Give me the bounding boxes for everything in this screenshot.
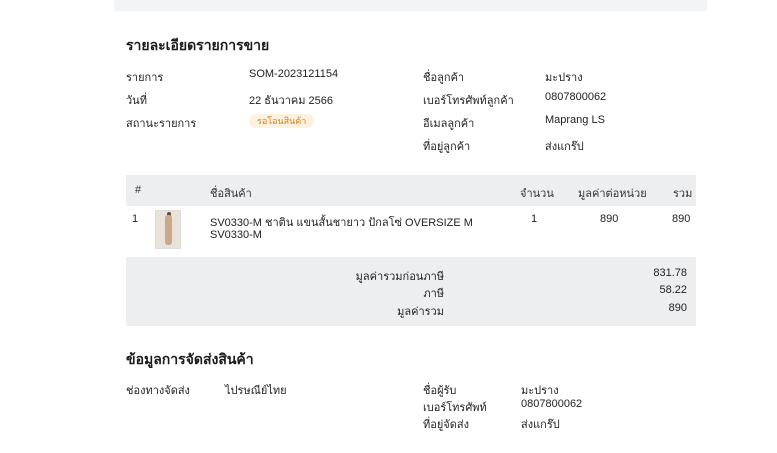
sale-details-heading: รายละเอียดรายการขาย [126,37,270,53]
shipping-phone-label: เบอร์โทรศัพท์ [423,402,487,414]
customer-address-value: ส่งแกร๊ป [545,141,584,153]
customer-address-label: ที่อยู่ลูกค้า [423,141,471,153]
order-value: SOM-2023121154 [249,68,339,80]
shipping-address-label: ที่อยู่จัดส่ง [423,419,469,431]
recipient-label: ชื่อผู้รับ [423,385,457,397]
tax-label: ภาษี [423,288,444,300]
col-index-header: # [135,184,142,196]
row-total: 890 [672,213,691,225]
subtotal-label: มูลค่ารวมก่อนภาษี [355,271,444,283]
col-total-header: รวม [673,188,693,200]
product-thumbnail[interactable] [155,210,181,249]
row-index: 1 [132,213,139,225]
customer-email-value: Maprang LS [545,114,605,126]
items-table-header: # ชื่อสินค้า จำนวน มูลค่าต่อหน่วย รวม [126,175,696,206]
grand-total-label: มูลค่ารวม [397,306,444,318]
top-panel-edge [114,0,707,11]
totals-summary: มูลค่ารวมก่อนภาษี 831.78 ภาษี 58.22 มูลค… [126,257,696,326]
date-value: 22 ธันวาคม 2566 [249,95,334,107]
shipping-address-value: ส่งแกร๊ป [521,419,560,431]
shipping-heading: ข้อมูลการจัดส่งสินค้า [126,351,254,367]
status-badge: รอโอนสินค้า [249,114,315,128]
row-unit-price: 890 [600,213,619,225]
subtotal-value: 831.78 [653,267,687,279]
customer-name-value: มะปราง [545,72,583,84]
product-sku: SV0330-M [210,229,262,241]
col-product-header: ชื่อสินค้า [210,188,252,200]
order-label: รายการ [126,72,164,84]
shipping-phone-value: 0807800062 [521,398,583,410]
thumbnail-figure-body [165,215,172,245]
row-qty: 1 [531,213,538,225]
customer-phone-value: 0807800062 [545,91,607,103]
date-label: วันที่ [126,95,147,107]
tax-value: 58.22 [659,284,687,296]
recipient-value: มะปราง [521,385,559,397]
customer-name-label: ชื่อลูกค้า [423,72,465,84]
customer-phone-label: เบอร์โทรศัพท์ลูกค้า [423,95,514,107]
col-qty-header: จำนวน [520,188,554,200]
col-unit-price-header: มูลค่าต่อหน่วย [578,188,647,200]
customer-email-label: อีเมลลูกค้า [423,118,475,130]
grand-total-value: 890 [668,302,687,314]
shipping-channel-label: ช่องทางจัดส่ง [126,385,190,397]
status-label: สถานะรายการ [126,118,197,130]
shipping-channel-value: ไปรษณีย์ไทย [225,385,287,397]
